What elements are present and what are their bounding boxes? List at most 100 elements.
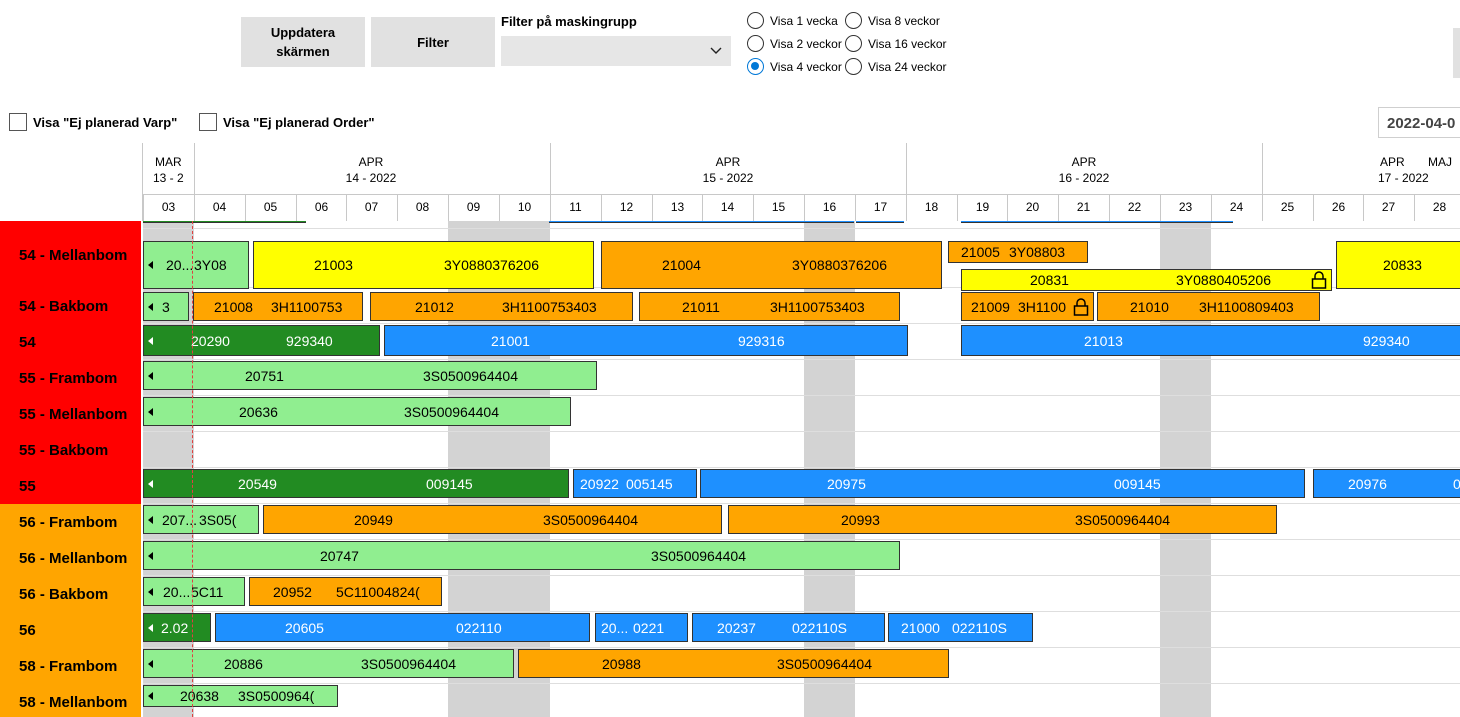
partial-bar[interactable] <box>856 221 904 223</box>
task-bar[interactable]: 20290 929340 <box>143 325 380 356</box>
task-bar[interactable]: 20... 0221 <box>595 613 688 642</box>
task-bar[interactable]: 20831 3Y0880405206 <box>961 269 1332 291</box>
view-range-radio[interactable]: Visa 8 veckor <box>845 12 940 29</box>
task-bar[interactable]: 21003 3Y0880376206 <box>253 241 594 289</box>
week-label: 17 - 2022 <box>1378 171 1429 185</box>
task-bar[interactable]: 20975 009145 <box>700 469 1305 498</box>
task-bar[interactable]: 20976 00 <box>1313 469 1460 498</box>
row-divider <box>143 503 1460 504</box>
row-divider <box>143 683 1460 684</box>
month-label: APR <box>1380 155 1405 169</box>
task-article-number: 022110S <box>952 619 1008 636</box>
task-bar[interactable]: 21000 022110S <box>888 613 1033 642</box>
task-bar[interactable]: 207... 3S05( <box>143 505 259 534</box>
scroll-left-icon[interactable] <box>148 371 153 380</box>
task-bar[interactable]: 20237 022110S <box>692 613 885 642</box>
scroll-left-icon[interactable] <box>148 623 153 632</box>
task-order-number: 20... <box>166 257 194 273</box>
task-bar[interactable]: 20549 009145 <box>143 469 569 498</box>
day-label: 21 <box>1076 200 1091 214</box>
scroll-left-icon[interactable] <box>148 302 153 311</box>
scroll-left-icon[interactable] <box>148 587 153 596</box>
task-article-number: 3S0500964404 <box>651 547 746 564</box>
task-bar[interactable]: 21001 929316 <box>384 325 908 356</box>
task-bar[interactable]: 20636 3S0500964404 <box>143 397 571 426</box>
task-order-number: 20975 <box>827 475 866 492</box>
task-bar[interactable]: 21004 3Y0880376206 <box>601 241 942 289</box>
task-bar[interactable]: 20886 3S0500964404 <box>143 649 514 678</box>
scroll-left-icon[interactable] <box>148 407 153 416</box>
update-screen-button-label: Uppdatera skärmen <box>271 23 335 61</box>
scroll-left-icon[interactable] <box>148 515 153 524</box>
task-article-number: 3S0500964404 <box>1075 511 1170 528</box>
task-order-number: 20237 <box>717 619 756 636</box>
scroll-left-icon[interactable] <box>148 551 153 560</box>
task-order-number: 20886 <box>224 655 263 672</box>
radio-circle[interactable] <box>747 35 764 52</box>
radio-circle[interactable] <box>845 35 862 52</box>
radio-circle[interactable] <box>845 12 862 29</box>
task-article-number: 3Y08 <box>194 257 227 273</box>
checkbox-box[interactable] <box>9 113 27 131</box>
task-bar[interactable]: 21010 3H1100809403 <box>1097 292 1320 321</box>
task-order-number: 2.02 <box>161 619 189 636</box>
scroll-left-icon[interactable] <box>148 261 153 269</box>
side-button[interactable] <box>1453 28 1460 78</box>
task-bar[interactable]: 21009 3H1100 <box>961 292 1094 321</box>
task-bar[interactable]: 20... 5C11 <box>143 577 245 606</box>
task-article-number: 3H1100753403 <box>502 298 597 315</box>
task-order-number: 20636 <box>239 403 278 420</box>
view-range-radio[interactable]: Visa 1 vecka <box>747 12 838 29</box>
partial-bar[interactable] <box>143 221 306 223</box>
task-bar[interactable]: 21012 3H1100753403 <box>370 292 633 321</box>
partial-bar[interactable] <box>549 221 854 223</box>
month-label: MAR <box>155 155 182 169</box>
task-bar[interactable]: 208333Y08 <box>1336 241 1460 289</box>
day-label: 06 <box>314 200 329 214</box>
task-order-number: 20952 <box>273 583 312 600</box>
task-bar[interactable]: 3 <box>143 292 189 321</box>
scroll-left-icon[interactable] <box>148 659 153 668</box>
task-bar[interactable]: 2.02 <box>143 613 211 642</box>
task-bar[interactable]: 20949 3S0500964404 <box>263 505 722 534</box>
task-bar[interactable]: 21013 929340 <box>961 325 1460 356</box>
radio-circle[interactable] <box>747 12 764 29</box>
task-bar[interactable]: 21011 3H1100753403 <box>639 292 900 321</box>
task-article-number: 929340 <box>1363 332 1410 349</box>
task-bar[interactable]: 20952 5C11004824( <box>249 577 442 606</box>
task-bar[interactable]: 20638 3S0500964( <box>143 685 338 707</box>
show-unplanned-order-checkbox[interactable]: Visa "Ej planerad Order" <box>199 113 375 131</box>
checkbox-box[interactable] <box>199 113 217 131</box>
task-order-number: 20922 <box>580 475 619 492</box>
scroll-left-icon[interactable] <box>148 479 153 488</box>
task-bar[interactable]: 21008 3H1100753 <box>193 292 363 321</box>
view-range-radio[interactable]: Visa 24 veckor <box>845 58 947 75</box>
start-date-field[interactable]: 2022-04-0 <box>1378 107 1460 138</box>
machine-group-select[interactable] <box>501 36 731 66</box>
task-bar[interactable]: 20922 005145 <box>573 469 697 498</box>
radio-circle[interactable] <box>747 58 764 75</box>
row-label: 55 - Bakbom <box>0 432 141 468</box>
task-bar[interactable]: 20605 022110 <box>215 613 590 642</box>
task-bar[interactable]: 20... 3Y08 <box>143 241 249 289</box>
task-bar[interactable]: 20751 3S0500964404 <box>143 361 597 390</box>
view-range-radio[interactable]: Visa 16 veckor <box>845 35 947 52</box>
task-bar[interactable]: 20747 3S0500964404 <box>143 541 900 570</box>
week-label: 16 - 2022 <box>1058 171 1110 185</box>
update-screen-button[interactable]: Uppdatera skärmen <box>241 17 365 67</box>
task-bar[interactable]: 21005 3Y08803 <box>948 241 1088 263</box>
filter-button[interactable]: Filter <box>371 17 495 67</box>
partial-bar[interactable] <box>961 221 1233 223</box>
show-unplanned-varp-checkbox[interactable]: Visa "Ej planerad Varp" <box>9 113 177 131</box>
task-bar[interactable]: 20993 3S0500964404 <box>728 505 1277 534</box>
month-label: MAJ <box>1428 155 1452 169</box>
radio-circle[interactable] <box>845 58 862 75</box>
show-unplanned-order-label: Visa "Ej planerad Order" <box>223 114 375 130</box>
day-label: 11 <box>569 200 582 214</box>
view-range-radio[interactable]: Visa 4 veckor <box>747 58 842 75</box>
view-range-radio[interactable]: Visa 2 veckor <box>747 35 842 52</box>
day-label: 19 <box>975 200 990 214</box>
scroll-left-icon[interactable] <box>148 692 153 700</box>
scroll-left-icon[interactable] <box>148 336 153 345</box>
task-bar[interactable]: 20988 3S0500964404 <box>518 649 949 678</box>
